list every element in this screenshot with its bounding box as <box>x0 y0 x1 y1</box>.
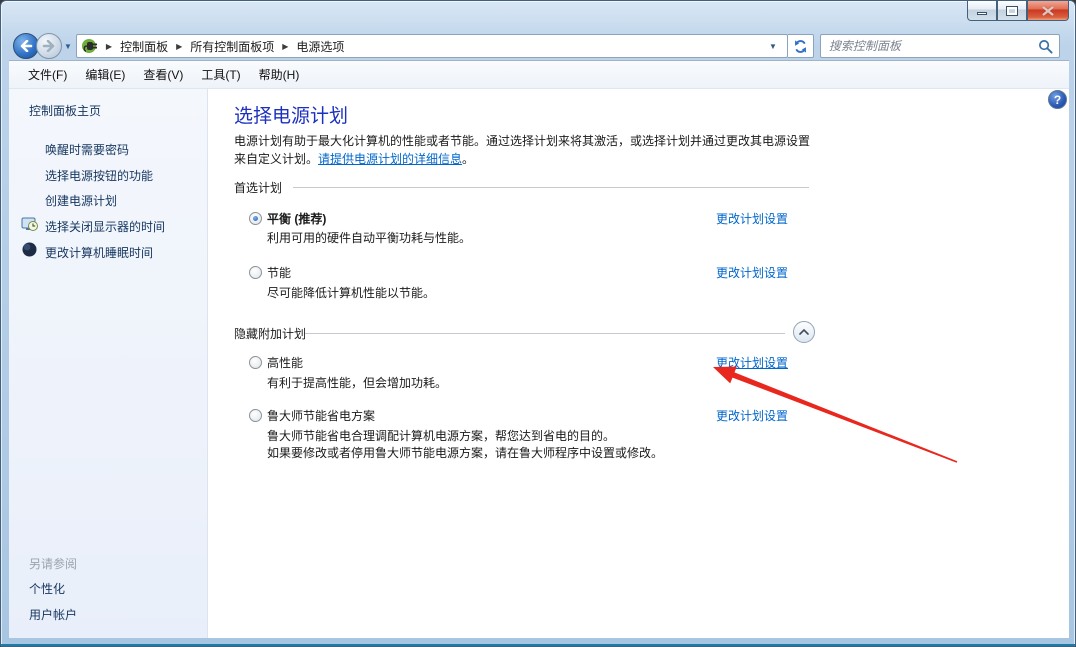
collapse-hidden-plans-button[interactable] <box>793 321 815 343</box>
sidebar-item-power-buttons[interactable]: 选择电源按钮的功能 <box>45 167 153 184</box>
change-plan-settings-link-power-saver[interactable]: 更改计划设置 <box>716 264 788 281</box>
close-button[interactable] <box>1027 1 1069 21</box>
menu-view[interactable]: 查看(V) <box>134 62 192 87</box>
forward-arrow-icon <box>42 40 56 52</box>
menu-edit[interactable]: 编辑(E) <box>76 62 134 87</box>
see-also-header: 另请参阅 <box>29 555 77 572</box>
minimize-button[interactable] <box>967 1 997 21</box>
plan-description-line1: 鲁大师节能省电合理调配计算机电源方案，帮您达到省电的目的。 <box>267 428 615 445</box>
sidebar: 控制面板主页 唤醒时需要密码 选择电源按钮的功能 创建电源计划 选择关闭显示器的… <box>9 89 208 638</box>
plan-details-link[interactable]: 请提供电源计划的详细信息 <box>318 152 462 166</box>
forward-button[interactable] <box>36 33 62 59</box>
refresh-icon <box>793 39 808 54</box>
sidebar-item-personalization[interactable]: 个性化 <box>29 580 65 597</box>
breadcrumb-power-options[interactable]: 电源选项 <box>291 36 349 57</box>
breadcrumb-arrow-icon[interactable]: ▶ <box>173 42 185 51</box>
sidebar-item-display-off-time[interactable]: 选择关闭显示器的时间 <box>45 218 165 235</box>
plan-description-line2: 如果要修改或者停用鲁大师节能电源方案，请在鲁大师程序中设置或修改。 <box>267 445 663 462</box>
intro-line2-prefix: 来自定义计划。 <box>234 152 318 166</box>
change-plan-settings-link-ludashi[interactable]: 更改计划设置 <box>716 407 788 424</box>
intro-text: 电源计划有助于最大化计算机的性能或者节能。通过选择计划来将其激活，或选择计划并通… <box>234 132 810 168</box>
search-input[interactable] <box>827 38 1038 54</box>
sidebar-item-sleep-time[interactable]: 更改计算机睡眠时间 <box>45 244 153 261</box>
back-arrow-icon <box>19 40 33 52</box>
address-bar[interactable]: ▶ 控制面板 ▶ 所有控制面板项 ▶ 电源选项 ▼ <box>76 34 788 58</box>
window-body: 控制面板主页 唤醒时需要密码 选择电源按钮的功能 创建电源计划 选择关闭显示器的… <box>9 89 1069 638</box>
plan-name: 鲁大师节能省电方案 <box>267 407 375 424</box>
power-options-window: ▼ ▶ 控制面板 ▶ 所有控制面板项 ▶ 电源选项 ▼ <box>0 0 1076 647</box>
minimize-icon <box>977 12 987 15</box>
radio-high-performance[interactable] <box>249 356 262 369</box>
menu-help[interactable]: 帮助(H) <box>250 62 309 87</box>
breadcrumb-all-items[interactable]: 所有控制面板项 <box>185 36 279 57</box>
plan-description: 尽可能降低计算机性能以节能。 <box>267 285 435 302</box>
maximize-button[interactable] <box>997 1 1027 21</box>
intro-line1: 电源计划有助于最大化计算机的性能或者节能。通过选择计划来将其激活，或选择计划并通… <box>234 134 810 148</box>
help-icon: ? <box>1054 93 1061 107</box>
change-plan-settings-link-balanced[interactable]: 更改计划设置 <box>716 210 788 227</box>
sidebar-item-require-password[interactable]: 唤醒时需要密码 <box>45 141 129 158</box>
breadcrumb-arrow-icon: ▶ <box>103 42 115 51</box>
address-dropdown-icon[interactable]: ▼ <box>763 42 783 51</box>
menu-tools[interactable]: 工具(T) <box>192 62 249 87</box>
breadcrumb-arrow-icon[interactable]: ▶ <box>279 42 291 51</box>
page-title: 选择电源计划 <box>234 101 348 128</box>
navigation-bar: ▼ ▶ 控制面板 ▶ 所有控制面板项 ▶ 电源选项 ▼ <box>9 32 1069 60</box>
breadcrumb-control-panel[interactable]: 控制面板 <box>115 36 173 57</box>
menu-bar: 文件(F) 编辑(E) 查看(V) 工具(T) 帮助(H) <box>9 60 1069 89</box>
radio-power-saver[interactable] <box>249 266 262 279</box>
display-timer-icon <box>21 216 38 233</box>
recent-pages-dropdown[interactable]: ▼ <box>64 42 72 51</box>
close-icon <box>1042 6 1054 16</box>
radio-ludashi[interactable] <box>249 409 262 422</box>
search-icon[interactable] <box>1038 39 1053 54</box>
sidebar-item-control-panel-home[interactable]: 控制面板主页 <box>29 102 101 119</box>
plan-description: 有利于提高性能，但会增加功耗。 <box>267 375 447 392</box>
sidebar-item-create-plan[interactable]: 创建电源计划 <box>45 192 117 209</box>
main-content: ? 选择电源计划 电源计划有助于最大化计算机的性能或者节能。通过选择计划来将其激… <box>208 89 1069 638</box>
window-controls <box>967 1 1069 21</box>
plan-name: 节能 <box>267 264 291 281</box>
preferred-plans-label: 首选计划 <box>234 179 282 196</box>
preferred-plans-divider <box>293 187 809 188</box>
hidden-plans-label: 隐藏附加计划 <box>234 325 306 342</box>
power-plug-icon <box>81 38 99 54</box>
sidebar-item-user-accounts[interactable]: 用户帐户 <box>29 606 77 623</box>
plan-name: 高性能 <box>267 354 303 371</box>
maximize-icon <box>1007 7 1017 15</box>
change-plan-settings-link-high-performance[interactable]: 更改计划设置 <box>716 354 788 371</box>
help-button[interactable]: ? <box>1048 90 1067 109</box>
search-box <box>820 34 1060 58</box>
hidden-plans-divider <box>305 333 785 334</box>
refresh-button[interactable] <box>788 34 814 58</box>
plan-name: 平衡 (推荐) <box>267 210 326 227</box>
plan-description: 利用可用的硬件自动平衡功耗与性能。 <box>267 230 471 247</box>
menu-file[interactable]: 文件(F) <box>19 62 76 87</box>
chevron-up-icon <box>799 329 809 335</box>
radio-balanced[interactable] <box>249 212 262 225</box>
sleep-icon <box>21 241 38 258</box>
intro-suffix: 。 <box>462 152 474 166</box>
red-annotation-arrow <box>208 89 1066 638</box>
